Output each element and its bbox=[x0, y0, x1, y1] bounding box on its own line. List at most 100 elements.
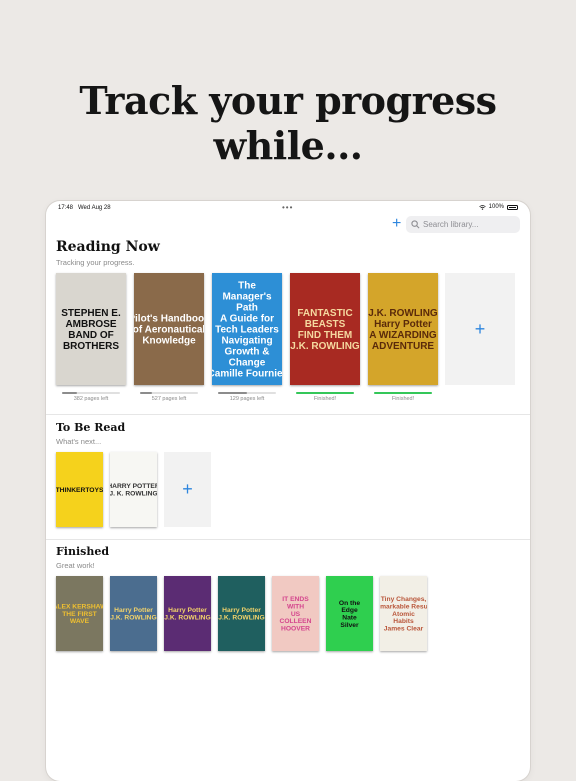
book-cover-text: IT ENDS bbox=[282, 596, 309, 603]
book-cover-art: Harry PotterJ.K. ROWLING bbox=[110, 607, 156, 622]
book-cover-text: J.K. ROWLING bbox=[110, 615, 156, 622]
book-cover[interactable]: THINKERTOYS bbox=[56, 452, 103, 527]
book-cover-text: J. K. ROWLING bbox=[110, 491, 157, 498]
book-cover-text: Nate bbox=[342, 615, 357, 622]
book-cover-text: Navigating bbox=[221, 335, 272, 346]
book-cover-text: FANTASTIC bbox=[297, 308, 352, 319]
book-cover[interactable]: IT ENDS WITH US COLLEEN HOOVER bbox=[272, 576, 319, 651]
status-bar: 17:48 Wed Aug 28 ••• 100% bbox=[46, 201, 530, 215]
book-cover[interactable]: The Manager's Path A Guide for Tech Leaders N… bbox=[212, 273, 282, 385]
section-subtitle-to-be-read: What's next... bbox=[56, 437, 102, 446]
book-cover-text: Tech Leaders bbox=[215, 324, 279, 335]
progress-label: Finished! bbox=[391, 396, 415, 402]
book-cover-text: J.K. ROWLING bbox=[218, 615, 264, 622]
book-cover-text: Edge bbox=[341, 607, 358, 614]
book-cover-text: On the bbox=[339, 600, 360, 607]
headline: Track your progress while... bbox=[79, 78, 497, 168]
book-cover-text: Camille Fournier bbox=[212, 368, 282, 379]
book-cover[interactable]: Harry Potter J.K. ROWLING bbox=[164, 576, 211, 651]
book-cover-text: FIND THEM bbox=[298, 330, 352, 341]
reading-progress-bar bbox=[140, 392, 198, 394]
section-divider bbox=[46, 539, 530, 540]
book-cover-text: WITH bbox=[287, 603, 304, 610]
progress-label: 382 pages left bbox=[73, 396, 109, 402]
book-cover-text: of Aeronautical bbox=[134, 325, 204, 336]
book-cover-text: BROTHERS bbox=[63, 341, 119, 352]
book-cover-text: BEASTS bbox=[305, 319, 346, 330]
add-book-button[interactable]: + bbox=[392, 215, 401, 233]
book-cover-text: ALEX KERSHAW bbox=[56, 603, 103, 610]
search-input[interactable] bbox=[423, 220, 515, 229]
book-cover-text: Silver bbox=[340, 622, 359, 629]
book-cover[interactable]: FANTASTIC BEASTS FIND THEM J.K. ROWLING bbox=[290, 273, 360, 385]
search-icon bbox=[411, 220, 420, 229]
book-cover-text: J.K. ROWLING bbox=[164, 615, 210, 622]
book-cover-text: Atomic bbox=[392, 611, 415, 618]
book-cover-text: WAVE bbox=[70, 618, 90, 625]
section-title-reading-now: Reading Now bbox=[56, 239, 160, 255]
book-cover-text: A Guide for bbox=[220, 314, 274, 325]
reading-progress-bar bbox=[374, 392, 432, 394]
book-cover-text: Remarkable Results bbox=[380, 603, 427, 610]
reading-progress-bar bbox=[62, 392, 120, 394]
book-cover-art: HARRY POTTERJ. K. ROWLING bbox=[110, 483, 157, 498]
book-cover[interactable]: J.K. ROWLING Harry Potter A WIZARDING ADVEN… bbox=[368, 273, 438, 385]
book-cover[interactable]: On the Edge Nate Silver bbox=[326, 576, 373, 651]
book-cover[interactable]: Pilot's Handbookof AeronauticalKnowledge bbox=[134, 273, 204, 385]
book-cover-text: J.K. ROWLING bbox=[290, 341, 360, 352]
add-to-be-read-button[interactable]: + bbox=[164, 452, 211, 527]
wifi-icon bbox=[478, 204, 486, 210]
book-cover-text: Pilot's Handbook bbox=[134, 314, 204, 325]
progress-label: Finished! bbox=[313, 396, 337, 402]
multitasking-dots-icon[interactable]: ••• bbox=[282, 203, 293, 212]
search-bar[interactable] bbox=[406, 216, 520, 233]
book-cover-text: BAND OF bbox=[68, 330, 114, 341]
reading-progress-fill bbox=[218, 392, 247, 394]
status-date: Wed Aug 28 bbox=[78, 205, 111, 211]
book-cover-text: Manager's bbox=[222, 292, 272, 303]
section-subtitle-reading-now: Tracking your progress. bbox=[56, 258, 135, 267]
book-cover-text: HARRY POTTER bbox=[110, 483, 157, 490]
plus-icon: + bbox=[474, 318, 486, 339]
book-cover-text: Knowledge bbox=[142, 336, 196, 347]
status-right: 100% bbox=[478, 204, 518, 210]
battery-icon bbox=[507, 204, 518, 210]
reading-progress-bar bbox=[296, 392, 354, 394]
book-cover-text: J.K. ROWLING bbox=[368, 308, 438, 319]
battery-percent: 100% bbox=[488, 204, 504, 210]
book-cover-art: STEPHEN E.AMBROSEBAND OFBROTHERS bbox=[61, 308, 121, 352]
book-cover-text: AMBROSE bbox=[65, 319, 116, 330]
book-cover[interactable]: Harry Potter J.K. ROWLING bbox=[110, 576, 157, 651]
book-cover-text: Habits bbox=[393, 618, 414, 625]
book-cover-text: ADVENTURE bbox=[372, 341, 435, 352]
book-cover-text: Harry Potter bbox=[114, 607, 153, 614]
book-cover-text: Change bbox=[229, 357, 266, 368]
book-cover[interactable]: HARRY POTTERJ. K. ROWLING bbox=[110, 452, 157, 527]
book-cover-art: THINKERTOYS bbox=[56, 487, 103, 494]
plus-icon: + bbox=[182, 479, 193, 499]
book-cover[interactable]: Harry Potter J.K. ROWLING bbox=[218, 576, 265, 651]
book-cover[interactable]: STEPHEN E. AMBROSE BAND OF BROTHERS bbox=[56, 273, 126, 385]
section-divider bbox=[46, 414, 530, 415]
reading-progress-bar bbox=[218, 392, 276, 394]
ipad-screen: 17:48 Wed Aug 28 ••• 100% + Reading Now … bbox=[46, 201, 530, 781]
book-cover-text: THINKERTOYS bbox=[56, 487, 103, 494]
reading-progress-fill bbox=[374, 392, 432, 394]
book-cover-text: US bbox=[291, 611, 301, 618]
book-cover[interactable]: ALEX KERSHAWTHE FIRSTWAVE bbox=[56, 576, 103, 651]
book-cover-art: Pilot's Handbookof AeronauticalKnowledge bbox=[134, 314, 204, 347]
book-cover-art: Harry PotterJ.K. ROWLING bbox=[164, 607, 210, 622]
book-cover-text: Path bbox=[236, 303, 258, 314]
reading-progress-fill bbox=[140, 392, 152, 394]
book-cover-text: COLLEEN bbox=[280, 618, 312, 625]
book-cover[interactable]: Tiny Changes,Remarkable ResultsAtomicHab… bbox=[380, 576, 427, 651]
book-cover-art: IT ENDSWITHUSCOLLEENHOOVER bbox=[280, 596, 312, 633]
progress-label: 527 pages left bbox=[151, 396, 187, 402]
book-cover-text: Growth & bbox=[225, 346, 270, 357]
book-cover-art: On theEdgeNateSilver bbox=[339, 600, 360, 629]
progress-label: 129 pages left bbox=[229, 396, 265, 402]
book-cover-art: ALEX KERSHAWTHE FIRSTWAVE bbox=[56, 603, 103, 625]
section-title-to-be-read: To Be Read bbox=[56, 421, 126, 434]
add-reading-now-button[interactable]: + bbox=[445, 273, 515, 385]
book-cover-art: TheManager'sPathA Guide forTech LeadersN… bbox=[212, 281, 282, 380]
